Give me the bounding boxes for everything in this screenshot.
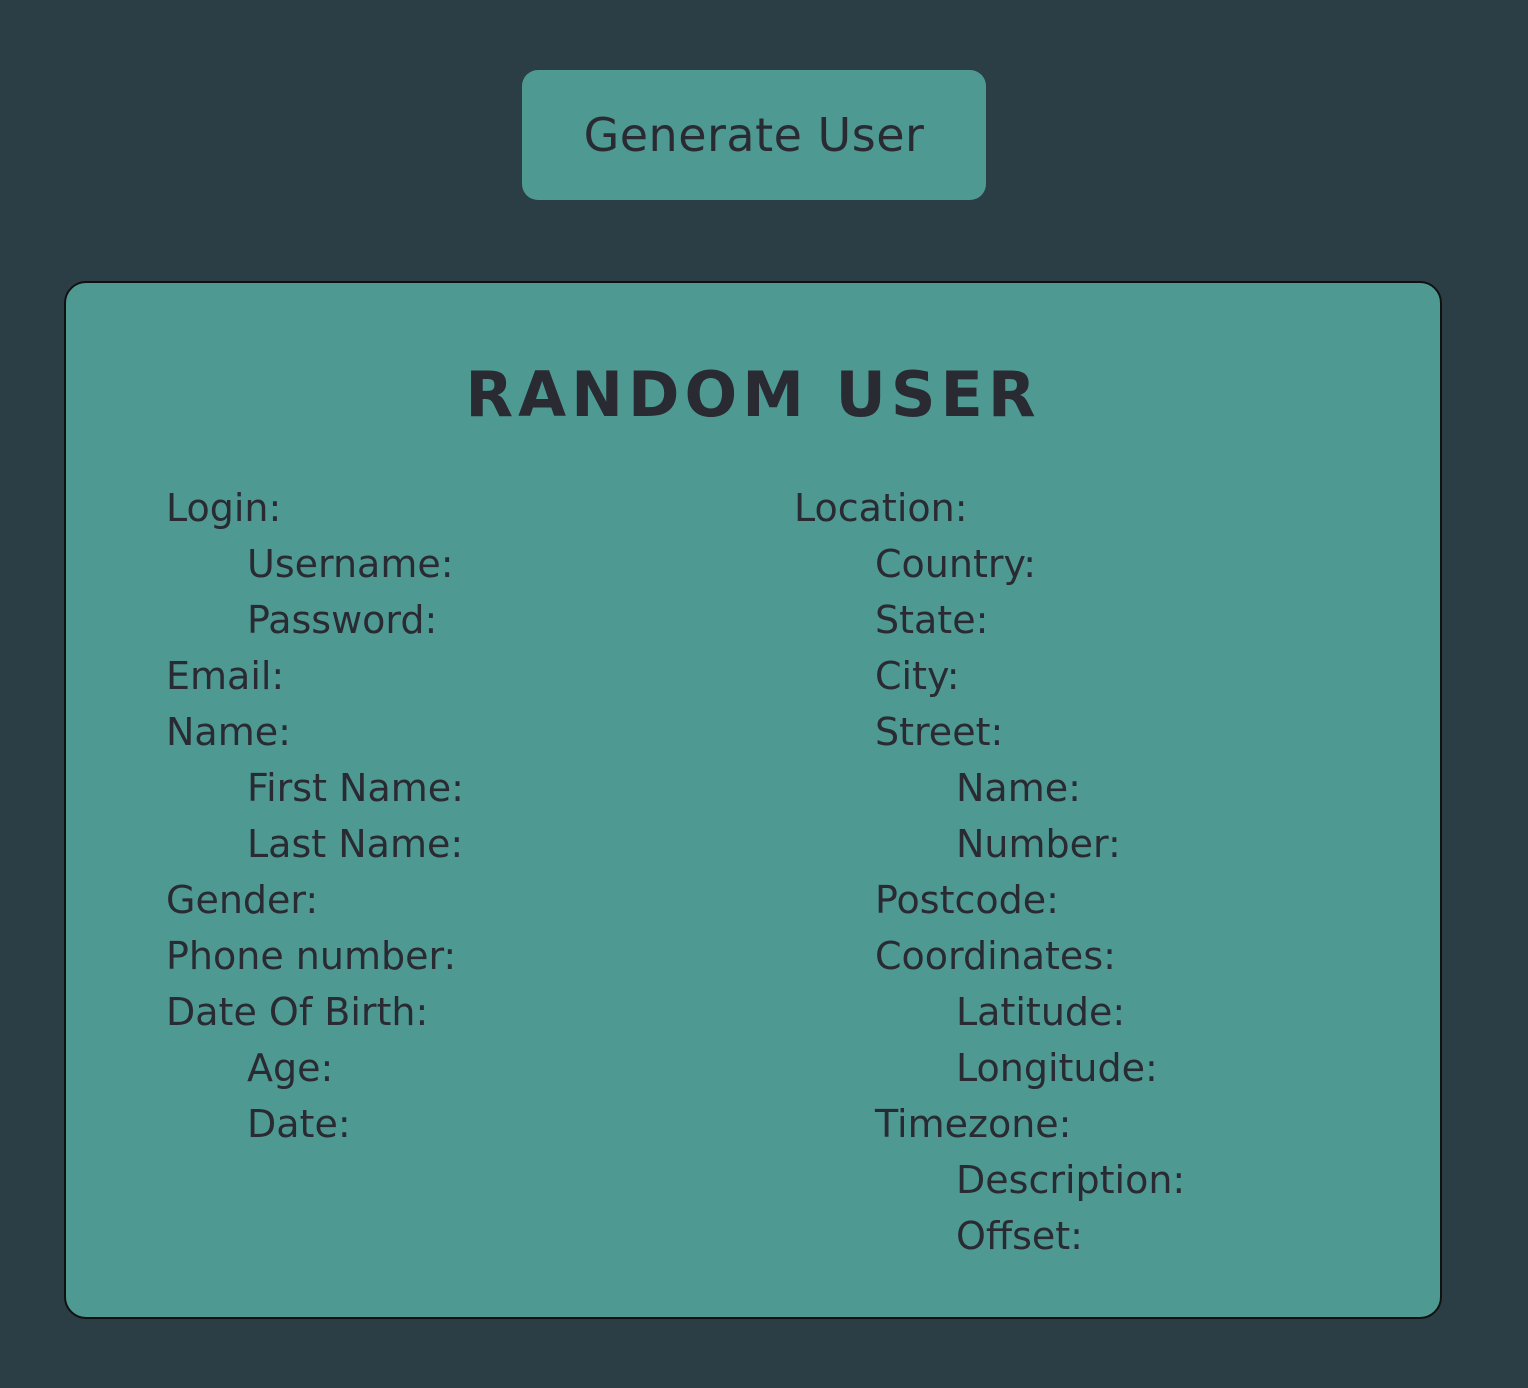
state-label: State: <box>875 598 989 642</box>
gender-label: Gender: <box>166 878 319 922</box>
postcode-label: Postcode: <box>875 878 1059 922</box>
random-user-card: RANDOM USER Login: Username: Password: E… <box>64 281 1442 1319</box>
card-title: RANDOM USER <box>465 358 1041 431</box>
coordinates-label: Coordinates: <box>875 934 1116 978</box>
login-label: Login: <box>166 486 282 530</box>
timezone-description-label: Description: <box>956 1158 1186 1202</box>
username-label: Username: <box>247 542 454 586</box>
city-label: City: <box>875 654 960 698</box>
name-label: Name: <box>166 710 291 754</box>
street-name-label: Name: <box>956 766 1081 810</box>
generate-user-button[interactable]: Generate User <box>522 70 986 200</box>
age-label: Age: <box>247 1046 334 1090</box>
latitude-label: Latitude: <box>956 990 1126 1034</box>
location-label: Location: <box>794 486 968 530</box>
timezone-label: Timezone: <box>875 1102 1072 1146</box>
last-name-label: Last Name: <box>247 822 464 866</box>
date-of-birth-label: Date Of Birth: <box>166 990 429 1034</box>
phone-number-label: Phone number: <box>166 934 457 978</box>
user-details-column: Login: Username: Password: Email: Name: … <box>166 483 464 1155</box>
street-number-label: Number: <box>956 822 1121 866</box>
first-name-label: First Name: <box>247 766 464 810</box>
password-label: Password: <box>247 598 438 642</box>
email-label: Email: <box>166 654 285 698</box>
country-label: Country: <box>875 542 1036 586</box>
timezone-offset-label: Offset: <box>956 1214 1083 1258</box>
date-label: Date: <box>247 1102 351 1146</box>
street-label: Street: <box>875 710 1004 754</box>
location-details-column: Location: Country: State: City: Street: … <box>794 483 1185 1267</box>
longitude-label: Longitude: <box>956 1046 1158 1090</box>
